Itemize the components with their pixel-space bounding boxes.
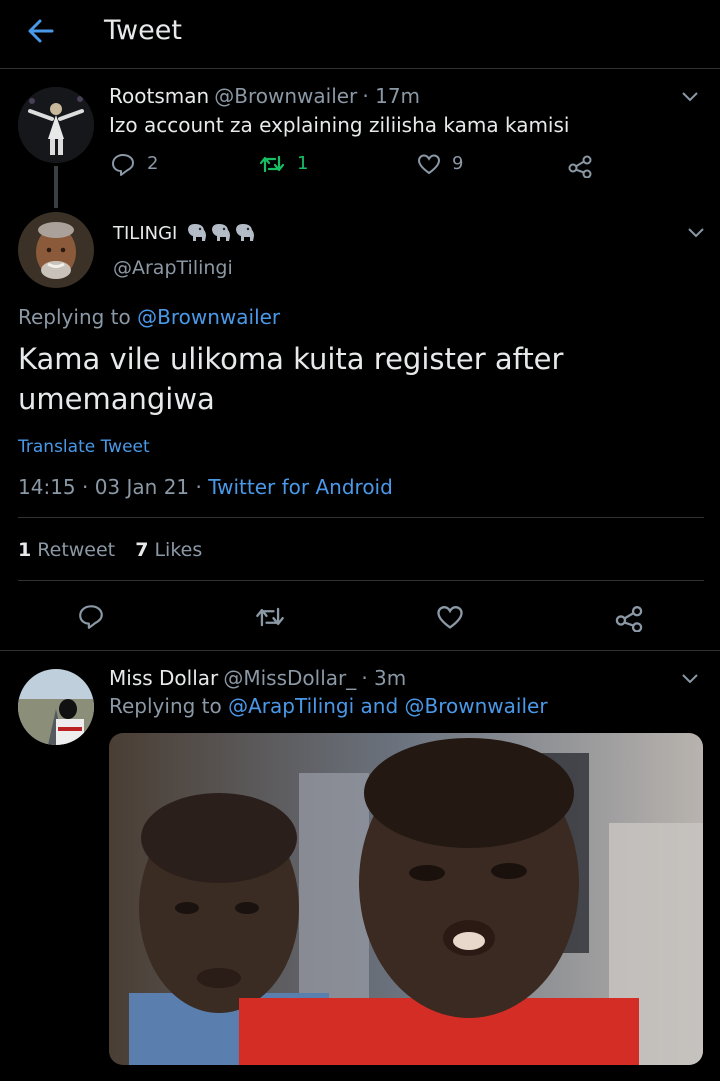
tweet1-reply-button[interactable]: 2 bbox=[110, 151, 158, 177]
main-author-row: TILINGI bbox=[113, 222, 257, 244]
page-title: Tweet bbox=[104, 15, 182, 46]
tweet1-like-count: 9 bbox=[452, 153, 464, 174]
main-timestamp: 14:15 · 03 Jan 21 · bbox=[18, 475, 202, 499]
retweet-icon bbox=[259, 155, 285, 173]
tweet3-author-name[interactable]: Miss Dollar bbox=[109, 666, 218, 690]
engagement-stats: 1 Retweet 7 Likes bbox=[18, 539, 202, 561]
reply-icon[interactable] bbox=[77, 602, 105, 630]
divider bbox=[18, 580, 704, 581]
divider bbox=[0, 650, 720, 651]
tweet1-retweet-button[interactable]: 1 bbox=[259, 151, 308, 177]
like-count: 7 bbox=[135, 539, 149, 561]
replying-to-label: Replying to bbox=[109, 694, 222, 718]
main-author-handle[interactable]: @ArapTilingi bbox=[113, 257, 233, 279]
divider bbox=[18, 517, 704, 518]
elephant-icon bbox=[236, 224, 255, 241]
retweet-stat[interactable]: 1 Retweet bbox=[18, 539, 115, 561]
tweet1-text: Izo account za explaining ziliisha kama … bbox=[109, 113, 570, 137]
elephant-icon bbox=[188, 224, 207, 241]
tweet3-time: · 3m bbox=[361, 666, 407, 690]
tweet1-reply-count: 2 bbox=[147, 153, 159, 174]
main-timestamp-row: 14:15 · 03 Jan 21 · Twitter for Android bbox=[18, 475, 393, 499]
tweet1-like-button[interactable]: 9 bbox=[416, 151, 463, 177]
client-link[interactable]: Twitter for Android bbox=[208, 475, 393, 499]
likes-label: Likes bbox=[154, 539, 203, 561]
tweet1-author-handle[interactable]: @Brownwailer bbox=[214, 84, 357, 108]
tweet3-replying-to: Replying to @ArapTilingi and @Brownwaile… bbox=[109, 694, 548, 718]
retweet-icon[interactable] bbox=[255, 602, 285, 632]
tweet1-meta: Rootsman @Brownwailer · 17m bbox=[109, 84, 420, 108]
tweet1-author-name[interactable]: Rootsman bbox=[109, 84, 209, 108]
portrait-avatar-image bbox=[18, 212, 94, 288]
replying-to-handles[interactable]: @ArapTilingi and @Brownwailer bbox=[228, 694, 547, 718]
thread-connector-line bbox=[54, 166, 58, 208]
main-tweet-text-line: umemangiwa bbox=[18, 382, 215, 416]
elephant-icon bbox=[212, 224, 231, 241]
replying-to-handle[interactable]: @Brownwailer bbox=[137, 305, 280, 329]
retweet-count: 1 bbox=[18, 539, 32, 561]
retweet-label: Retweet bbox=[37, 539, 116, 561]
chevron-down-icon[interactable] bbox=[680, 86, 700, 106]
translate-tweet-link[interactable]: Translate Tweet bbox=[18, 437, 150, 457]
heart-icon bbox=[417, 154, 441, 175]
tweet1-retweet-count: 1 bbox=[297, 153, 309, 174]
share-icon[interactable] bbox=[614, 602, 644, 632]
main-tweet-text: Kama vile ulikoma kuita register after u… bbox=[18, 339, 708, 419]
tweet-media-photo[interactable] bbox=[109, 733, 703, 1065]
main-replying-to: Replying to @Brownwailer bbox=[18, 305, 280, 329]
tweet3-meta: Miss Dollar @MissDollar_ · 3m bbox=[109, 666, 406, 690]
main-tweet-text-line: Kama vile ulikoma kuita register after bbox=[18, 342, 564, 376]
heart-icon[interactable] bbox=[435, 602, 465, 632]
tweet1-time: · 17m bbox=[362, 84, 421, 108]
tweet3-author-handle[interactable]: @MissDollar_ bbox=[223, 666, 356, 690]
share-icon[interactable] bbox=[567, 152, 593, 178]
performer-avatar-image bbox=[18, 87, 94, 163]
replying-to-label: Replying to bbox=[18, 305, 131, 329]
avatar-tilingi[interactable] bbox=[18, 212, 94, 288]
reply-icon bbox=[112, 154, 134, 176]
avatar-rootsman[interactable] bbox=[18, 87, 94, 163]
top-bar: Tweet bbox=[0, 0, 720, 69]
avatar-missdollar[interactable] bbox=[18, 669, 94, 745]
chevron-down-icon[interactable] bbox=[680, 668, 700, 688]
likes-stat[interactable]: 7 Likes bbox=[135, 539, 202, 561]
chevron-down-icon[interactable] bbox=[686, 222, 706, 242]
main-author-name[interactable]: TILINGI bbox=[113, 223, 177, 244]
photo-image bbox=[109, 733, 703, 1065]
profile-avatar-image bbox=[18, 669, 94, 745]
back-arrow-icon[interactable] bbox=[24, 14, 58, 48]
elephant-emoji-group bbox=[185, 222, 257, 244]
